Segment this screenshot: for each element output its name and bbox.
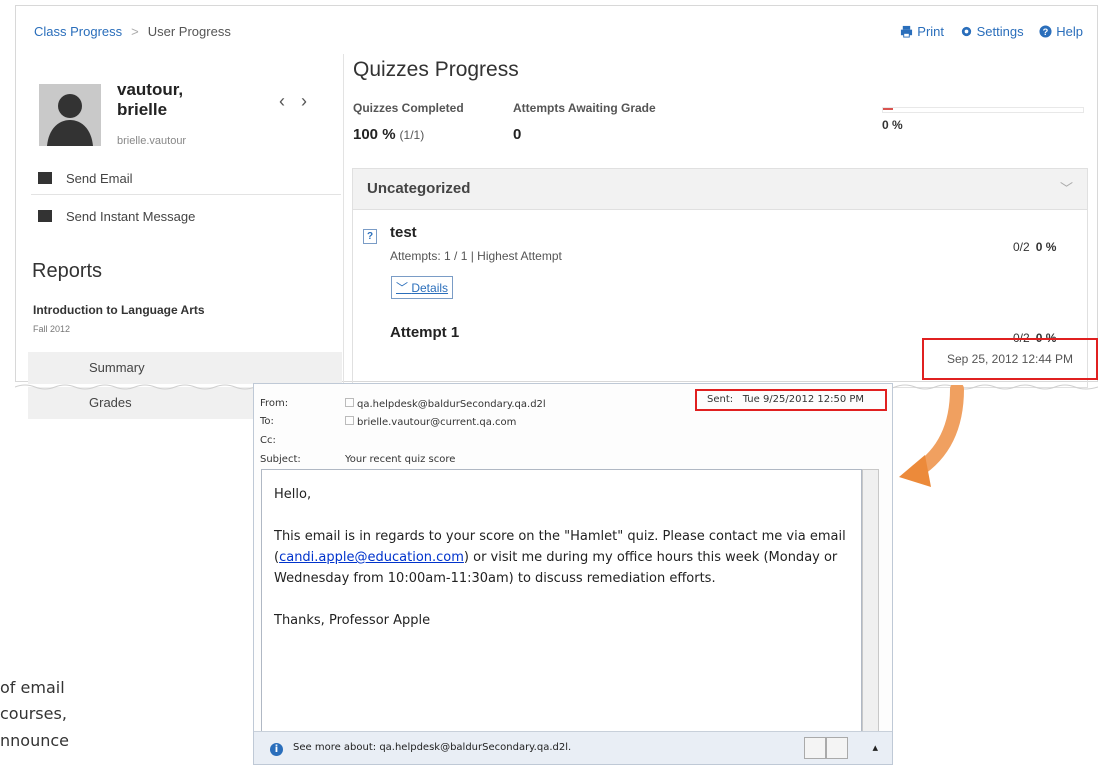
- top-links: Print Settings ? Help: [888, 24, 1083, 39]
- contact-icon: [345, 398, 354, 407]
- sent-date-highlight: Sent: Tue 9/25/2012 12:50 PM: [695, 389, 887, 411]
- quiz-name[interactable]: test: [390, 224, 417, 241]
- chevron-up-icon[interactable]: ▴: [872, 732, 878, 764]
- send-email-link[interactable]: Send Email: [38, 171, 132, 186]
- help-link[interactable]: ? Help: [1039, 24, 1083, 39]
- cc-label: Cc:: [260, 435, 276, 446]
- subject-value: Your recent quiz score: [345, 454, 456, 465]
- print-link[interactable]: Print: [900, 24, 947, 39]
- gear-icon: [961, 26, 971, 37]
- envelope-icon: [38, 172, 52, 184]
- course-term: Fall 2012: [33, 324, 71, 334]
- subject-label: Subject:: [260, 454, 301, 465]
- from-value: qa.helpdesk@baldurSecondary.qa.d2l: [345, 398, 546, 410]
- attempt-date-highlight: Sep 25, 2012 12:44 PM: [922, 338, 1098, 380]
- email-link[interactable]: candi.apple@education.com: [279, 550, 464, 565]
- breadcrumb: Class Progress > User Progress: [34, 24, 231, 39]
- signoff: Thanks, Professor Apple: [274, 613, 431, 628]
- quizzes-completed-value: 100 % (1/1): [353, 126, 425, 143]
- attempts-awaiting-value: 0: [513, 126, 522, 143]
- breadcrumb-user-progress: User Progress: [147, 24, 231, 39]
- info-icon: i: [270, 743, 283, 756]
- greeting: Hello,: [274, 487, 312, 502]
- user-progress-window: Class Progress > User Progress Print Setti…: [15, 5, 1098, 419]
- previous-user-icon[interactable]: ‹: [279, 91, 301, 111]
- to-value: brielle.vautour@current.qa.com: [345, 416, 516, 428]
- settings-link[interactable]: Settings: [960, 24, 1028, 39]
- see-more-text[interactable]: See more about: qa.helpdesk@baldurSecond…: [293, 742, 571, 753]
- progress-fill: [883, 108, 893, 110]
- user-name: vautour, brielle: [117, 80, 184, 119]
- contact-photo-icon[interactable]: [804, 737, 826, 759]
- email-body: Hello, This email is in regards to your …: [261, 469, 862, 740]
- attempt-title: Attempt 1: [390, 324, 460, 341]
- category-header[interactable]: Uncategorized ﹀: [353, 169, 1087, 210]
- send-instant-message-link[interactable]: Send Instant Message: [38, 209, 195, 224]
- breadcrumb-separator: >: [131, 24, 139, 39]
- progress-bar: [882, 107, 1084, 113]
- details-toggle[interactable]: ﹀ Details: [391, 276, 454, 299]
- callout-arrow-icon: [899, 385, 964, 487]
- printer-icon: [901, 25, 913, 38]
- next-user-icon[interactable]: ›: [301, 91, 323, 111]
- quiz-attempts: Attempts: 1 / 1 | Highest Attempt: [390, 249, 562, 263]
- people-pane-bar: i See more about: qa.helpdesk@baldurSecon…: [254, 731, 892, 764]
- attempts-awaiting-label: Attempts Awaiting Grade: [513, 101, 656, 115]
- contact-photo-icon[interactable]: [826, 737, 848, 759]
- breadcrumb-class-progress[interactable]: Class Progress: [34, 24, 122, 39]
- reports-heading: Reports: [32, 260, 103, 282]
- vertical-scrollbar[interactable]: [862, 469, 879, 740]
- svg-text:?: ?: [1043, 27, 1049, 37]
- background-text-line: courses,: [0, 704, 67, 723]
- quizzes-completed-label: Quizzes Completed: [353, 101, 464, 115]
- help-icon: ?: [1039, 25, 1052, 38]
- quiz-icon: ?: [363, 229, 377, 244]
- body-paragraph: This email is in regards to your score o…: [274, 529, 846, 586]
- avatar: [39, 84, 101, 146]
- divider: [31, 194, 341, 195]
- chat-icon: [38, 210, 52, 222]
- progress-percent: 0 %: [882, 118, 903, 132]
- from-label: From:: [260, 398, 289, 409]
- contact-icon: [345, 416, 354, 425]
- to-label: To:: [260, 416, 274, 427]
- user-nav: ‹›: [279, 91, 323, 112]
- chevron-down-icon: ﹀: [396, 281, 412, 295]
- background-text-line: of email: [0, 678, 65, 697]
- user-login: brielle.vautour: [117, 135, 187, 147]
- quiz-score: 0/2 0 %: [1013, 240, 1057, 254]
- column-divider: [343, 54, 344, 384]
- chevron-down-icon[interactable]: ﹀: [1060, 169, 1073, 209]
- page-title: Quizzes Progress: [353, 58, 519, 81]
- user-silhouette-icon: [47, 94, 93, 146]
- email-message-window: From: qa.helpdesk@baldurSecondary.qa.d2l…: [253, 383, 893, 765]
- background-text-line: nnounce: [0, 731, 69, 750]
- course-name: Introduction to Language Arts: [33, 303, 205, 317]
